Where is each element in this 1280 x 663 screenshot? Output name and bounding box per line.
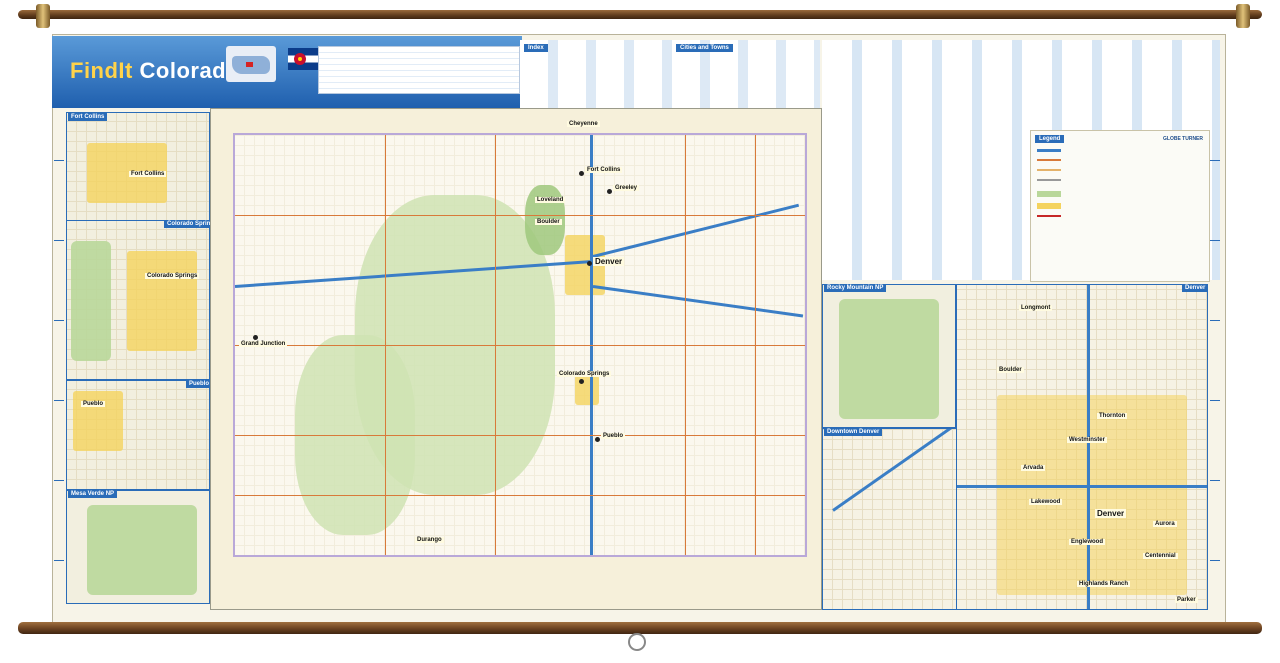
inset-pueblo: Pueblo [66, 380, 210, 490]
city-label: Loveland [535, 197, 566, 203]
legend-highway-swatch [1037, 159, 1061, 161]
legend-rail-swatch [1037, 215, 1061, 217]
legend-road-swatch [1037, 169, 1061, 171]
inset-title-fort-collins: Fort Collins [68, 113, 108, 121]
city-label: Fort Collins [585, 167, 623, 173]
inset-city-label: Highlands Ranch [1077, 581, 1131, 587]
inset-city-label: Lakewood [1029, 499, 1063, 505]
city-label: Durango [415, 537, 444, 543]
right-grid-ticks [1210, 120, 1220, 610]
interstate-line [1087, 285, 1090, 609]
legend-box: Legend GLOBE TURNER [1030, 130, 1210, 282]
city-label: Grand Junction [239, 341, 288, 347]
legend-urban-swatch [1037, 203, 1061, 209]
legend-unpaved-swatch [1037, 179, 1061, 181]
inset-city-label: Westminster [1067, 437, 1107, 443]
city-marker[interactable] [253, 335, 258, 340]
colorado-state-boundary: Fort Collins Greeley Loveland Boulder De… [233, 133, 807, 557]
inset-mesa-verde [66, 490, 210, 604]
inset-title-rocky-mountain: Rocky Mountain NP [824, 284, 887, 292]
left-grid-ticks [54, 120, 64, 610]
highway-line [235, 495, 805, 496]
inset-rocky-mountain [822, 284, 956, 428]
city-label: Boulder [535, 219, 562, 225]
highway-line [235, 345, 805, 346]
inset-title-pueblo: Pueblo [186, 380, 213, 388]
inset-city-label: Colorado Springs [145, 273, 200, 279]
map-title: FindIt Colorado [70, 58, 240, 84]
city-label: Pueblo [601, 433, 626, 439]
interstate-line [957, 485, 1207, 488]
city-marker[interactable] [579, 171, 584, 176]
inset-city-label: Englewood [1069, 539, 1105, 545]
inset-city-label: Centennial [1143, 553, 1178, 559]
top-roller-rod [18, 10, 1262, 19]
inset-city-label: Longmont [1019, 305, 1053, 311]
highway-line [755, 135, 756, 555]
highway-line [495, 135, 496, 555]
city-marker[interactable] [587, 261, 592, 266]
highway-line [235, 215, 805, 216]
colorado-flag-icon [288, 48, 318, 70]
inset-city-label: Pueblo [81, 401, 106, 407]
cities-title: Cities and Towns [676, 44, 733, 52]
left-rod-knob [36, 4, 50, 28]
inset-city-label: Parker [1175, 597, 1198, 603]
inset-downtown-denver [822, 428, 962, 610]
main-state-map[interactable]: Fort Collins Greeley Loveland Boulder De… [210, 108, 822, 610]
right-rod-knob [1236, 4, 1250, 28]
city-label: Colorado Springs [557, 371, 612, 377]
city-marker[interactable] [607, 189, 612, 194]
city-label: Greeley [613, 185, 640, 191]
bottom-roller-rod [18, 622, 1262, 634]
inset-colorado-springs: Colorado Springs [66, 220, 210, 380]
brand-label: FindIt [70, 58, 133, 83]
legend-title: Legend [1035, 135, 1065, 143]
index-title: Index [524, 44, 548, 52]
state-facts-table [318, 46, 520, 94]
inset-city-label: Arvada [1021, 465, 1046, 471]
highway-line [385, 135, 386, 555]
city-label: Denver [593, 257, 625, 266]
inset-city-label: Boulder [997, 367, 1024, 373]
city-marker[interactable] [579, 379, 584, 384]
state-label: Colorado [139, 58, 241, 83]
inset-city-label: Aurora [1153, 521, 1177, 527]
city-label: Cheyenne [567, 121, 600, 127]
inset-city-label: Fort Collins [129, 171, 167, 177]
inset-title-mesa-verde: Mesa Verde NP [68, 490, 118, 498]
us-locator-map-icon [226, 46, 276, 82]
inset-fort-collins: Fort Collins [66, 112, 210, 222]
inset-city-label: Thornton [1097, 413, 1128, 419]
inset-denver-metro: Boulder Longmont Arvada Westminster Thor… [956, 284, 1208, 610]
inset-city-label: Denver [1095, 509, 1127, 518]
highway-line [235, 435, 805, 436]
hanging-hook-icon[interactable] [628, 633, 646, 651]
publisher-logo: GLOBE TURNER [1163, 136, 1203, 142]
index-panel [520, 40, 820, 108]
legend-interstate-swatch [1037, 149, 1061, 152]
city-marker[interactable] [595, 437, 600, 442]
highway-line [685, 135, 686, 555]
inset-title-denver: Denver [1182, 284, 1209, 292]
legend-park-swatch [1037, 191, 1061, 197]
inset-title-downtown-denver: Downtown Denver [824, 428, 883, 436]
